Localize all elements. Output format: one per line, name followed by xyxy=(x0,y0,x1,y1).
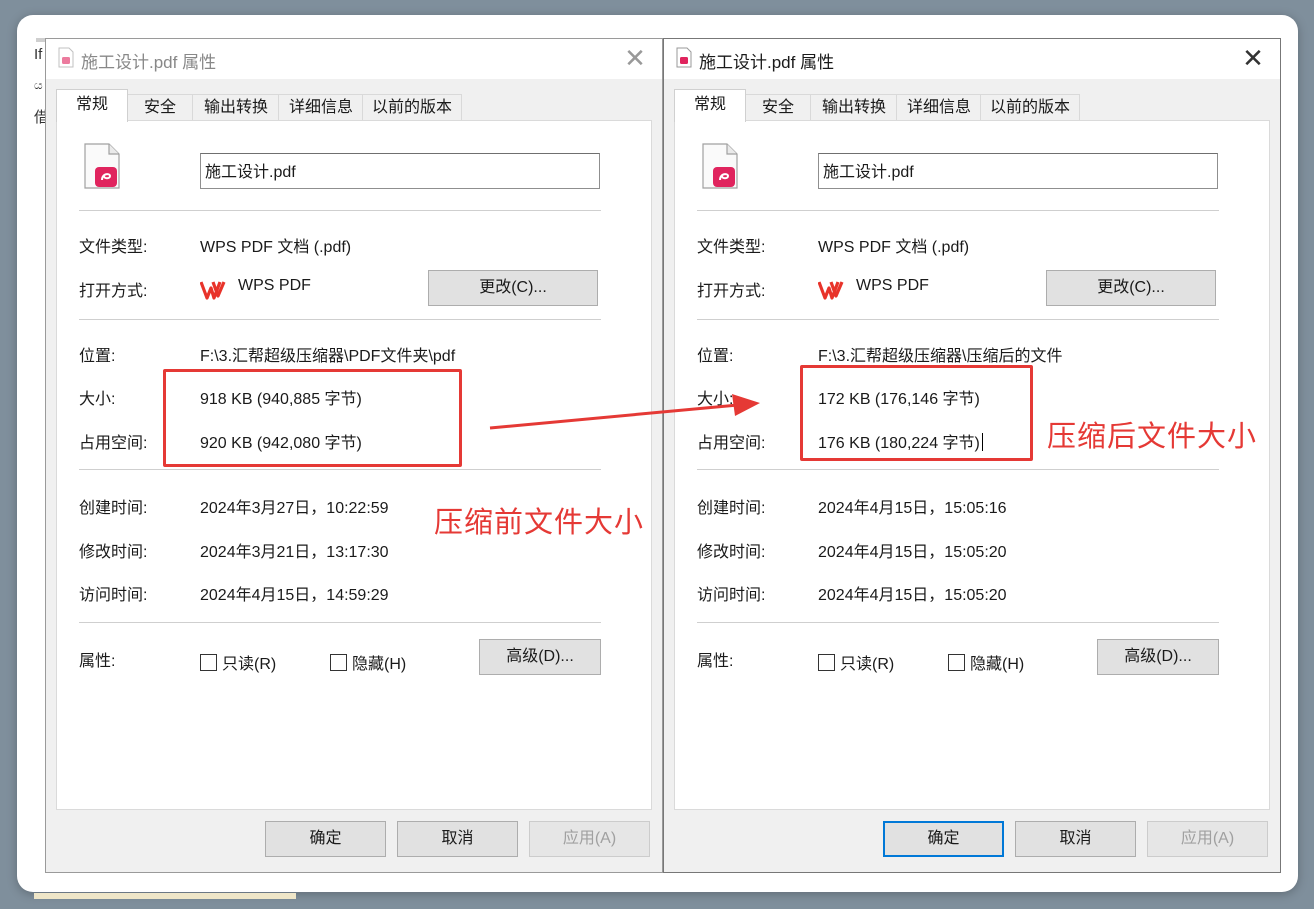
close-button[interactable]: ✕ xyxy=(618,43,652,75)
separator xyxy=(79,469,601,470)
close-button[interactable]: ✕ xyxy=(1236,43,1270,75)
separator xyxy=(697,319,1219,320)
ok-button[interactable]: 确定 xyxy=(883,821,1004,857)
accessed-label: 访问时间: xyxy=(79,587,148,604)
modified-label: 修改时间: xyxy=(697,544,766,561)
file-name-input[interactable]: 施工设计.pdf xyxy=(200,153,600,189)
separator xyxy=(697,622,1219,623)
tab-security[interactable]: 安全 xyxy=(126,94,194,121)
file-type-value: WPS PDF 文档 (.pdf) xyxy=(200,239,352,256)
annotation-before-size: 压缩前文件大小 xyxy=(434,507,645,539)
separator xyxy=(697,469,1219,470)
location-label: 位置: xyxy=(79,348,116,365)
file-type-value: WPS PDF 文档 (.pdf) xyxy=(818,239,970,256)
apply-button[interactable]: 应用(A) xyxy=(529,821,650,857)
hidden-checkbox[interactable]: 隐藏(H) xyxy=(948,650,1024,674)
title-bar[interactable]: 施工设计.pdf 属性 ✕ xyxy=(46,39,662,79)
modified-value: 2024年4月15日，15:05:20 xyxy=(818,544,1007,561)
separator xyxy=(79,319,601,320)
hidden-label: 隐藏(H) xyxy=(352,656,407,673)
title-bar[interactable]: 施工设计.pdf 属性 ✕ xyxy=(664,39,1280,79)
separator xyxy=(697,210,1219,211)
cancel-button[interactable]: 取消 xyxy=(397,821,518,857)
pdf-document-icon xyxy=(84,143,120,189)
pdf-file-icon xyxy=(676,47,692,68)
size-label: 大小: xyxy=(697,391,734,408)
tab-details[interactable]: 详细信息 xyxy=(278,94,364,121)
size-label: 大小: xyxy=(79,391,116,408)
readonly-label: 只读(R) xyxy=(840,656,895,673)
created-label: 创建时间: xyxy=(79,500,148,517)
tab-output-convert[interactable]: 输出转换 xyxy=(192,94,280,121)
cancel-button[interactable]: 取消 xyxy=(1015,821,1136,857)
background-window-fragment: If ය 借 xyxy=(30,42,49,162)
attributes-label: 属性: xyxy=(79,653,116,670)
modified-label: 修改时间: xyxy=(79,544,148,561)
tab-security[interactable]: 安全 xyxy=(744,94,812,121)
created-label: 创建时间: xyxy=(697,500,766,517)
tab-general[interactable]: 常规 xyxy=(674,89,746,122)
accessed-value: 2024年4月15日，15:05:20 xyxy=(818,587,1007,604)
ok-button[interactable]: 确定 xyxy=(265,821,386,857)
open-with-label: 打开方式: xyxy=(697,283,766,300)
window-title: 施工设计.pdf 属性 xyxy=(81,53,217,72)
hidden-label: 隐藏(H) xyxy=(970,656,1025,673)
accessed-label: 访问时间: xyxy=(697,587,766,604)
window-title: 施工设计.pdf 属性 xyxy=(699,53,835,72)
wps-logo-icon xyxy=(200,281,226,300)
modified-value: 2024年3月21日，13:17:30 xyxy=(200,544,389,561)
location-label: 位置: xyxy=(697,348,734,365)
accessed-value: 2024年4月15日，14:59:29 xyxy=(200,587,389,604)
size-on-disk-label: 占用空间: xyxy=(79,435,148,452)
size-highlight-after xyxy=(800,365,1033,461)
general-panel: 施工设计.pdf 文件类型: WPS PDF 文档 (.pdf) 打开方式: W… xyxy=(674,120,1270,810)
open-with-label: 打开方式: xyxy=(79,283,148,300)
tab-previous-versions[interactable]: 以前的版本 xyxy=(980,94,1080,121)
readonly-checkbox[interactable]: 只读(R) xyxy=(200,650,276,674)
background-text-2: ය xyxy=(34,78,43,92)
tab-general[interactable]: 常规 xyxy=(56,89,128,122)
attributes-label: 属性: xyxy=(697,653,734,670)
pdf-document-icon xyxy=(702,143,738,189)
file-type-label: 文件类型: xyxy=(79,239,148,256)
tab-output-convert[interactable]: 输出转换 xyxy=(810,94,898,121)
apply-button[interactable]: 应用(A) xyxy=(1147,821,1268,857)
change-button[interactable]: 更改(C)... xyxy=(428,270,598,306)
readonly-label: 只读(R) xyxy=(222,656,277,673)
open-with-app: WPS PDF xyxy=(856,277,929,294)
wps-logo-icon xyxy=(818,281,844,300)
checkbox-box[interactable] xyxy=(818,654,835,671)
pdf-file-icon xyxy=(58,47,74,68)
file-name-input[interactable]: 施工设计.pdf xyxy=(818,153,1218,189)
open-with-app: WPS PDF xyxy=(238,277,311,294)
background-text-1: If xyxy=(34,46,43,63)
location-value: F:\3.汇帮超级压缩器\压缩后的文件 xyxy=(818,348,1063,365)
background-taskbar-strip xyxy=(34,893,296,899)
checkbox-box[interactable] xyxy=(200,654,217,671)
annotation-after-size: 压缩后文件大小 xyxy=(1047,421,1258,453)
separator xyxy=(79,210,601,211)
file-type-label: 文件类型: xyxy=(697,239,766,256)
change-button[interactable]: 更改(C)... xyxy=(1046,270,1216,306)
size-on-disk-label: 占用空间: xyxy=(697,435,766,452)
advanced-button[interactable]: 高级(D)... xyxy=(1097,639,1219,675)
hidden-checkbox[interactable]: 隐藏(H) xyxy=(330,650,406,674)
created-value: 2024年4月15日，15:05:16 xyxy=(818,500,1007,517)
readonly-checkbox[interactable]: 只读(R) xyxy=(818,650,894,674)
tab-details[interactable]: 详细信息 xyxy=(896,94,982,121)
advanced-button[interactable]: 高级(D)... xyxy=(479,639,601,675)
checkbox-box[interactable] xyxy=(330,654,347,671)
tab-previous-versions[interactable]: 以前的版本 xyxy=(362,94,462,121)
location-value: F:\3.汇帮超级压缩器\PDF文件夹\pdf xyxy=(200,348,456,365)
separator xyxy=(79,622,601,623)
created-value: 2024年3月27日，10:22:59 xyxy=(200,500,389,517)
size-highlight-before xyxy=(163,369,462,467)
checkbox-box[interactable] xyxy=(948,654,965,671)
